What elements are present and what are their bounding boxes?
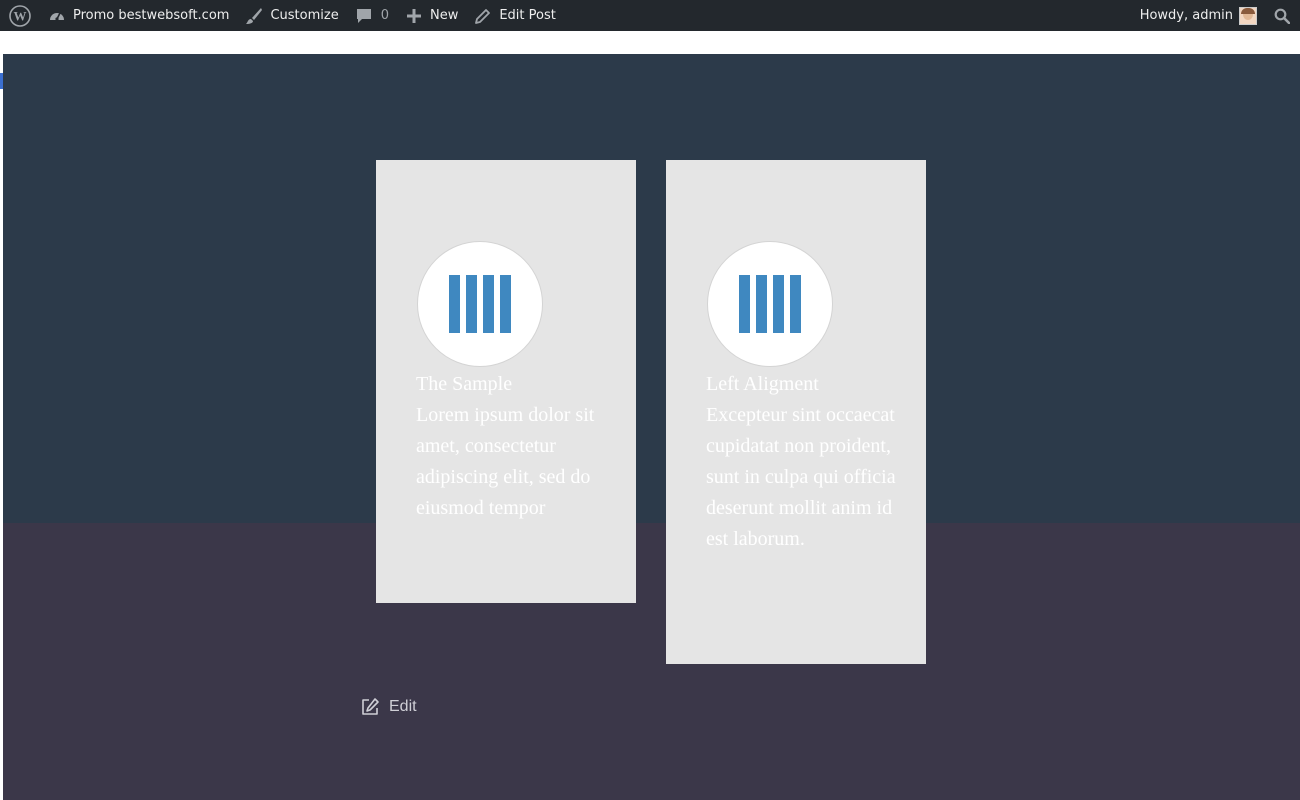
feature-card-1: The Sample Lorem ipsum dolor sit amet, c… — [376, 160, 636, 603]
wordpress-logo-icon: W — [9, 4, 31, 27]
feature-card-body: Lorem ipsum dolor sit amet, consectetur … — [416, 404, 595, 519]
wordpress-menu[interactable]: W — [0, 0, 40, 31]
header-strip — [3, 31, 1300, 54]
edit-square-icon — [360, 697, 380, 717]
feature-card-title: Left Aligment — [706, 373, 819, 395]
search-icon — [1273, 7, 1291, 25]
comments-link[interactable]: 0 — [347, 0, 397, 31]
edit-post-link[interactable]: Edit Post — [466, 0, 564, 31]
feature-card-body: Excepteur sint occaecat cupidatat non pr… — [706, 404, 896, 550]
hero-section — [3, 54, 1300, 523]
lower-section — [3, 523, 1300, 800]
vertical-bars-icon — [739, 275, 801, 333]
feature-card-text: The Sample Lorem ipsum dolor sit amet, c… — [416, 369, 606, 524]
customize-link[interactable]: Customize — [237, 0, 346, 31]
feature-card-2: Left Aligment Excepteur sint occaecat cu… — [666, 160, 926, 664]
vertical-bars-icon — [449, 275, 511, 333]
brush-icon — [245, 7, 263, 25]
feature-card-text: Left Aligment Excepteur sint occaecat cu… — [706, 369, 896, 555]
site-name-label: Promo bestwebsoft.com — [73, 8, 230, 23]
my-account-menu[interactable]: Howdy, admin — [1132, 0, 1261, 31]
new-label: New — [429, 8, 459, 23]
edit-label: Edit — [389, 698, 417, 715]
pencil-icon — [474, 7, 492, 25]
comment-icon — [355, 7, 373, 25]
feature-card-title: The Sample — [416, 373, 513, 395]
feature-icon-circle — [417, 241, 543, 367]
plus-icon — [405, 7, 423, 25]
greeting-label: Howdy, admin — [1139, 8, 1233, 23]
wp-admin-bar: W Promo bestwebsoft.com Customize 0 New … — [0, 0, 1300, 31]
edit-link[interactable]: Edit — [360, 697, 417, 717]
feature-icon-circle — [707, 241, 833, 367]
customize-label: Customize — [270, 8, 339, 23]
avatar — [1239, 6, 1257, 25]
comments-count: 0 — [380, 8, 389, 23]
new-content-link[interactable]: New — [397, 0, 466, 31]
edit-post-label: Edit Post — [499, 8, 556, 23]
svg-text:W: W — [14, 8, 27, 23]
site-name-link[interactable]: Promo bestwebsoft.com — [40, 0, 237, 31]
dashboard-icon — [48, 7, 66, 25]
search-button[interactable] — [1261, 0, 1300, 31]
